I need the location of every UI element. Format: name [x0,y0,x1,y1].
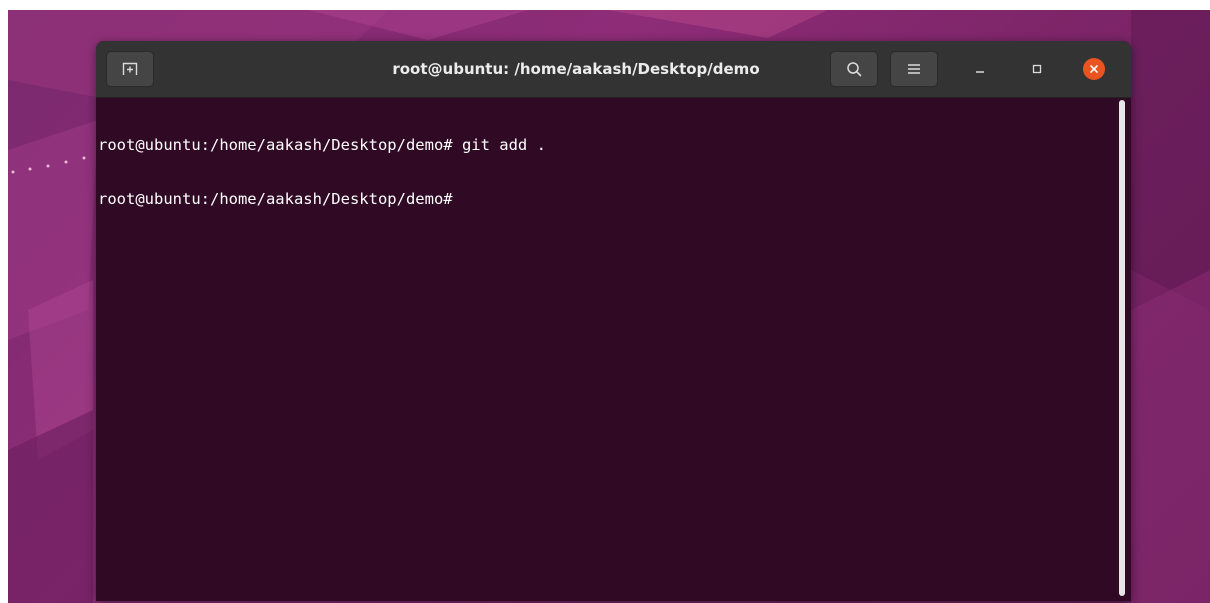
close-icon [1090,65,1098,73]
terminal-lines: root@ubuntu:/home/aakash/Desktop/demo# g… [98,100,546,244]
close-button[interactable] [1082,57,1106,81]
desktop-wallpaper: root@ubuntu: /home/aakash/Desktop/demo r… [8,10,1210,603]
maximize-button[interactable] [1025,57,1049,81]
terminal-window: root@ubuntu: /home/aakash/Desktop/demo r… [96,41,1131,601]
terminal-line: root@ubuntu:/home/aakash/Desktop/demo# [98,190,453,208]
maximize-icon [1032,64,1042,74]
terminal-output-area[interactable]: root@ubuntu:/home/aakash/Desktop/demo# g… [96,98,1131,601]
minimize-icon [976,71,984,73]
menu-button[interactable] [890,51,938,87]
window-title: root@ubuntu: /home/aakash/Desktop/demo [392,60,760,78]
vertical-scrollbar[interactable] [1119,100,1125,596]
new-tab-button[interactable] [106,51,154,87]
search-icon [847,62,862,77]
new-tab-icon [122,62,138,75]
terminal-line: root@ubuntu:/home/aakash/Desktop/demo# g… [98,136,546,154]
minimize-button[interactable] [968,57,992,81]
hamburger-menu-icon [908,64,920,74]
title-bar[interactable]: root@ubuntu: /home/aakash/Desktop/demo [96,41,1131,98]
close-button-circle[interactable] [1083,58,1105,80]
search-button[interactable] [830,51,878,87]
